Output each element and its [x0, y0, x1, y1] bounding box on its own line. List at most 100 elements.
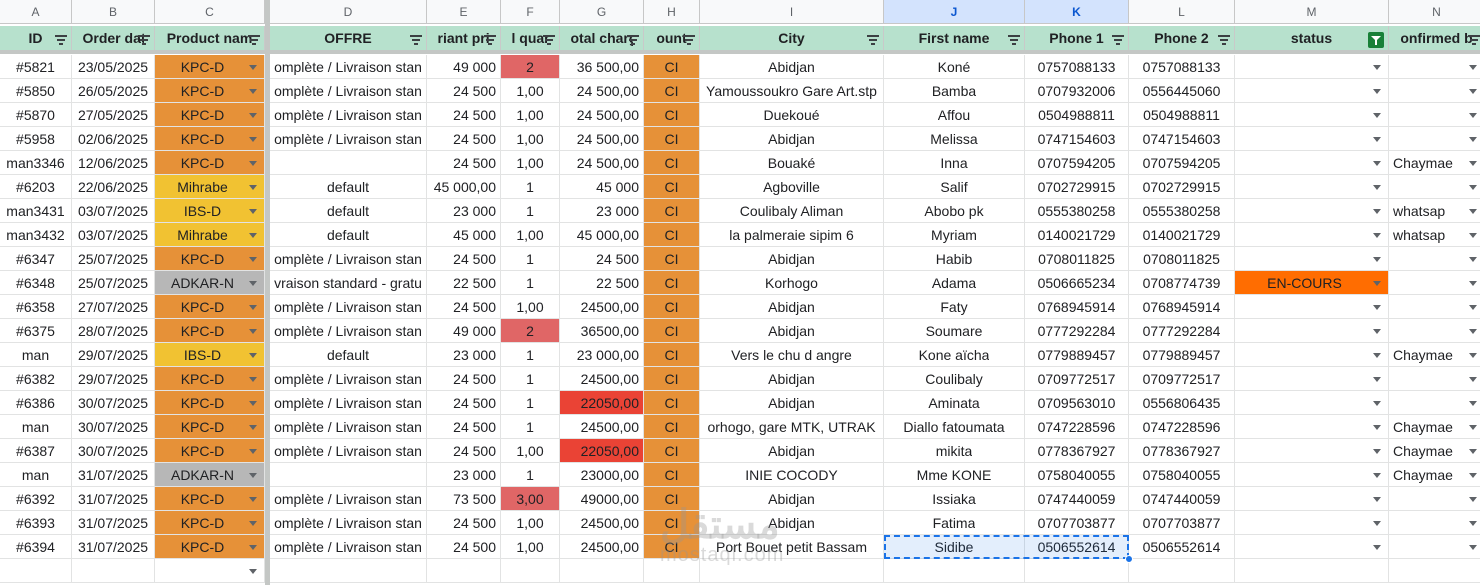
cell-n[interactable] [1389, 319, 1480, 343]
cell-d[interactable]: omplète / Livraison stan [270, 391, 427, 415]
cell-b[interactable]: 25/07/2025 [72, 247, 155, 271]
cell-b[interactable]: 03/07/2025 [72, 199, 155, 223]
dropdown-arrow-icon[interactable] [1373, 185, 1381, 190]
cell-f[interactable]: 1 [501, 391, 560, 415]
cell-d[interactable]: omplète / Livraison stan [270, 247, 427, 271]
cell-b[interactable]: 27/05/2025 [72, 103, 155, 127]
cell-n[interactable] [1389, 391, 1480, 415]
cell-h[interactable]: CI [644, 391, 700, 415]
cell-k[interactable]: 0778367927 [1025, 439, 1129, 463]
cell-c[interactable]: ADKAR-N [155, 271, 265, 295]
column-header-a[interactable]: A [0, 0, 72, 24]
cell-a[interactable]: #5821 [0, 55, 72, 79]
dropdown-arrow-icon[interactable] [1469, 545, 1477, 550]
cell-f[interactable]: 2 [501, 55, 560, 79]
cell-e[interactable]: 24 500 [427, 247, 501, 271]
cell-h[interactable]: CI [644, 319, 700, 343]
column-header-b[interactable]: B [72, 0, 155, 24]
dropdown-arrow-icon[interactable] [1373, 329, 1381, 334]
cell-a[interactable]: man [0, 343, 72, 367]
dropdown-arrow-icon[interactable] [1373, 137, 1381, 142]
cell-a[interactable]: #6375 [0, 319, 72, 343]
cell-m[interactable] [1235, 175, 1389, 199]
dropdown-arrow-icon[interactable] [1373, 257, 1381, 262]
column-header-m[interactable]: M [1235, 0, 1389, 24]
filter-icon[interactable] [543, 35, 555, 45]
cell-l[interactable]: 0708774739 [1129, 271, 1235, 295]
dropdown-arrow-icon[interactable] [1469, 353, 1477, 358]
empty-cell[interactable] [644, 559, 700, 583]
cell-c[interactable]: KPC-D [155, 247, 265, 271]
column-header-d[interactable]: D [270, 0, 427, 24]
cell-h[interactable]: CI [644, 199, 700, 223]
cell-d[interactable]: omplète / Livraison stan [270, 439, 427, 463]
cell-d[interactable]: vraison standard - gratu [270, 271, 427, 295]
cell-c[interactable]: KPC-D [155, 103, 265, 127]
cell-m[interactable] [1235, 151, 1389, 175]
cell-i[interactable]: Abidjan [700, 127, 884, 151]
cell-j[interactable]: Habib [884, 247, 1025, 271]
dropdown-arrow-icon[interactable] [1373, 545, 1381, 550]
cell-f[interactable]: 1 [501, 199, 560, 223]
cell-d[interactable]: omplète / Livraison stan [270, 295, 427, 319]
cell-j[interactable]: Fatima [884, 511, 1025, 535]
dropdown-arrow-icon[interactable] [1469, 425, 1477, 430]
cell-n[interactable] [1389, 487, 1480, 511]
cell-n[interactable]: Chaymae [1389, 463, 1480, 487]
cell-m[interactable] [1235, 55, 1389, 79]
cell-l[interactable]: 0747154603 [1129, 127, 1235, 151]
dropdown-arrow-icon[interactable] [249, 137, 257, 142]
cell-h[interactable]: CI [644, 343, 700, 367]
cell-m[interactable] [1235, 367, 1389, 391]
cell-g[interactable]: 24 500,00 [560, 103, 644, 127]
cell-d[interactable]: omplète / Livraison stan [270, 127, 427, 151]
cell-b[interactable]: 29/07/2025 [72, 367, 155, 391]
dropdown-arrow-icon[interactable] [249, 185, 257, 190]
cell-c[interactable]: KPC-D [155, 295, 265, 319]
cell-h[interactable]: CI [644, 439, 700, 463]
cell-k[interactable]: 0747154603 [1025, 127, 1129, 151]
cell-e[interactable]: 24 500 [427, 151, 501, 175]
cell-c[interactable]: ADKAR-N [155, 463, 265, 487]
cell-e[interactable]: 24 500 [427, 295, 501, 319]
cell-k[interactable]: 0506665234 [1025, 271, 1129, 295]
cell-k[interactable]: 0702729915 [1025, 175, 1129, 199]
cell-b[interactable]: 28/07/2025 [72, 319, 155, 343]
cell-i[interactable]: Abidjan [700, 367, 884, 391]
cell-k[interactable]: 0709772517 [1025, 367, 1129, 391]
cell-k[interactable]: 0707932006 [1025, 79, 1129, 103]
cell-f[interactable]: 1,00 [501, 223, 560, 247]
cell-h[interactable]: CI [644, 247, 700, 271]
cell-f[interactable]: 1,00 [501, 103, 560, 127]
dropdown-arrow-icon[interactable] [249, 401, 257, 406]
cell-k[interactable]: 0504988811 [1025, 103, 1129, 127]
cell-h[interactable]: CI [644, 535, 700, 559]
cell-n[interactable] [1389, 79, 1480, 103]
cell-a[interactable]: #6358 [0, 295, 72, 319]
cell-l[interactable]: 0140021729 [1129, 223, 1235, 247]
cell-a[interactable]: #6347 [0, 247, 72, 271]
cell-i[interactable]: Port Bouet petit Bassam [700, 535, 884, 559]
cell-a[interactable]: man3346 [0, 151, 72, 175]
dropdown-arrow-icon[interactable] [249, 233, 257, 238]
cell-e[interactable]: 24 500 [427, 367, 501, 391]
cell-j[interactable]: Koné [884, 55, 1025, 79]
cell-j[interactable]: Kone aïcha [884, 343, 1025, 367]
cell-b[interactable]: 26/05/2025 [72, 79, 155, 103]
cell-g[interactable]: 36 500,00 [560, 55, 644, 79]
cell-l[interactable]: 0556806435 [1129, 391, 1235, 415]
cell-j[interactable]: Diallo fatoumata [884, 415, 1025, 439]
frozen-column-divider[interactable] [265, 0, 270, 585]
cell-m[interactable] [1235, 535, 1389, 559]
cell-i[interactable]: Abidjan [700, 319, 884, 343]
dropdown-arrow-icon[interactable] [249, 521, 257, 526]
header-cell[interactable]: City [700, 26, 884, 51]
dropdown-arrow-icon[interactable] [249, 449, 257, 454]
cell-d[interactable]: default [270, 175, 427, 199]
cell-l[interactable]: 0707703877 [1129, 511, 1235, 535]
cell-d[interactable] [270, 151, 427, 175]
cell-i[interactable]: Korhogo [700, 271, 884, 295]
cell-j[interactable]: Mme KONE [884, 463, 1025, 487]
cell-l[interactable]: 0778367927 [1129, 439, 1235, 463]
cell-c[interactable]: IBS-D [155, 343, 265, 367]
